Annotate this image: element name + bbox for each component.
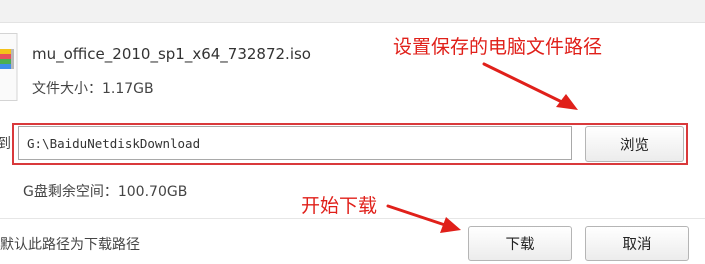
cancel-button[interactable]: 取消 (585, 226, 689, 261)
divider (0, 218, 705, 219)
dialog-top-strip (0, 0, 705, 23)
file-size-value: 1.17GB (102, 81, 154, 97)
file-size: 文件大小：1.17GB (32, 78, 154, 98)
save-path-annotation: 设置保存的电脑文件路径 (393, 36, 603, 58)
file-name: mu_office_2010_sp1_x64_732872.iso (32, 45, 311, 63)
free-space-value: 100.70GB (117, 184, 188, 200)
default-path-label: 默认此路径为下载路径 (0, 237, 140, 253)
start-download-annotation: 开始下载 (301, 195, 378, 217)
download-button[interactable]: 下载 (468, 226, 572, 261)
default-path-row[interactable]: 默认此路径为下载路径 (0, 234, 140, 254)
free-space-label: G盘剩余空间： (23, 184, 118, 200)
save-path-input[interactable] (18, 126, 572, 160)
file-size-label: 文件大小： (32, 81, 102, 97)
browse-button[interactable]: 浏览 (585, 126, 684, 162)
save-path-label: 到 (0, 136, 11, 152)
iso-file-icon (0, 33, 18, 101)
free-space: G盘剩余空间：100.70GB (23, 181, 187, 201)
